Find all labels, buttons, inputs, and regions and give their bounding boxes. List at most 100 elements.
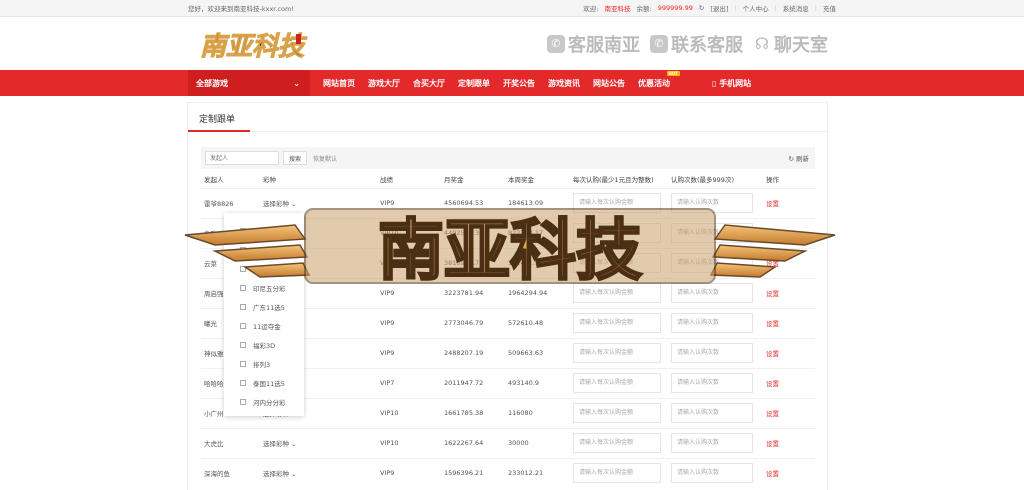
nav-group-buy[interactable]: 合买大厅 xyxy=(413,78,445,89)
amount-input[interactable]: 请输入每次认购金额 xyxy=(573,223,661,243)
nav-game-hall[interactable]: 游戏大厅 xyxy=(368,78,400,89)
lottery-select[interactable]: 选择彩种 ⌄ xyxy=(260,457,373,488)
search-toolbar: 搜索 恢复默认 ↻ 刷新 xyxy=(201,147,815,169)
dropdown-option[interactable]: 排列3 xyxy=(224,354,304,373)
amount-input[interactable]: 请输入每次认购金额 xyxy=(573,253,661,273)
balance-label: 余额: xyxy=(636,5,652,13)
set-button[interactable]: 设置 xyxy=(766,440,779,448)
week-bonus: 102421.94 xyxy=(505,247,570,278)
checkbox[interactable] xyxy=(240,265,246,272)
month-bonus: 1596396.21 xyxy=(441,457,505,488)
count-cell: 请输入认购次数 xyxy=(668,247,763,278)
count-input[interactable]: 请输入认购次数 xyxy=(671,193,753,213)
amount-cell: 请输入每次认购金额 xyxy=(570,397,668,428)
count-input[interactable]: 请输入认购次数 xyxy=(671,463,753,484)
amount-input[interactable]: 请输入每次认购金额 xyxy=(573,343,661,363)
week-bonus: 493140.9 xyxy=(505,367,570,398)
checkbox[interactable] xyxy=(240,303,246,310)
dropdown-option[interactable]: 广东11选5 xyxy=(224,297,304,316)
count-input[interactable]: 请输入认购次数 xyxy=(671,433,753,453)
set-button[interactable]: 设置 xyxy=(766,230,779,238)
amount-input[interactable]: 请输入每次认购金额 xyxy=(573,373,661,393)
checkbox[interactable] xyxy=(240,322,246,329)
logout-link[interactable]: [退出] xyxy=(710,3,728,13)
user-center-link[interactable]: 个人中心 xyxy=(743,3,769,13)
search-button[interactable]: 搜索 xyxy=(283,151,308,165)
count-cell: 请输入认购次数 xyxy=(668,277,763,308)
nav-game-news[interactable]: 游戏资讯 xyxy=(548,78,580,89)
set-button[interactable]: 设置 xyxy=(766,320,779,328)
week-bonus: 184613.09 xyxy=(505,187,570,218)
checkbox[interactable] xyxy=(240,246,246,253)
set-button[interactable]: 设置 xyxy=(766,470,779,478)
initiator-search-input[interactable] xyxy=(205,151,279,165)
amount-input[interactable]: 请输入每次认购金额 xyxy=(573,283,661,303)
checkbox[interactable] xyxy=(240,398,246,405)
nav-promotions[interactable]: 优惠活动 HOT xyxy=(638,70,680,89)
rank-badge: VIP7 xyxy=(377,367,441,398)
checkbox[interactable] xyxy=(240,341,246,348)
refresh-icon: ↻ xyxy=(788,155,796,163)
col-lottery: 彩种 xyxy=(263,176,276,185)
count-input[interactable]: 请输入认购次数 xyxy=(671,403,753,423)
set-button[interactable]: 设置 xyxy=(766,200,779,208)
nav-draw-results[interactable]: 开奖公告 xyxy=(503,78,535,89)
count-input[interactable]: 请输入认购次数 xyxy=(671,313,753,333)
hot-badge: HOT xyxy=(666,70,680,76)
dropdown-option[interactable]: 印尼五分彩 xyxy=(224,278,304,297)
set-button[interactable]: 设置 xyxy=(766,380,779,388)
lottery-select-label: 选择彩种 xyxy=(263,440,289,448)
amount-input[interactable]: 请输入每次认购金额 xyxy=(573,313,661,333)
site-logo[interactable]: 南亚科技 xyxy=(196,24,314,64)
refresh-balance-icon[interactable]: ↻ xyxy=(699,4,704,12)
count-input[interactable]: 请输入认购次数 xyxy=(671,223,753,243)
dropdown-option[interactable]: 福彩3D xyxy=(224,335,304,354)
contact-chatroom[interactable]: ☊ 聊天室 xyxy=(753,31,828,57)
amount-input[interactable]: 请输入每次认购金额 xyxy=(573,193,661,213)
amount-input[interactable]: 请输入每次认购金额 xyxy=(573,433,661,453)
table-header-row: 发起人 彩种 战绩 月奖金 本周奖金 每次认购(最少1元且为整数) 认购次数(最… xyxy=(201,171,815,188)
nav-home[interactable]: 网站首页 xyxy=(323,78,355,89)
option-label: 腾讯分分彩 xyxy=(253,265,286,274)
checkbox[interactable] xyxy=(240,284,246,291)
contact-support[interactable]: ✆ 联系客服 xyxy=(650,31,743,57)
checkbox[interactable] xyxy=(240,227,246,234)
messages-link[interactable]: 系统消息 xyxy=(783,3,809,13)
set-button[interactable]: 设置 xyxy=(766,410,779,418)
chevron-down-icon: ⌄ xyxy=(291,470,297,479)
all-games-menu[interactable]: 全部游戏 ⌄ xyxy=(188,70,310,96)
checkbox[interactable] xyxy=(240,379,246,386)
rank-badge: VIP9 xyxy=(377,337,441,368)
count-cell: 请输入认购次数 xyxy=(668,307,763,338)
lottery-select[interactable]: 选择彩种 ⌄ xyxy=(260,427,373,458)
count-input[interactable]: 请输入认购次数 xyxy=(671,343,753,363)
action-cell: 设置 xyxy=(763,427,815,458)
nav-announcements[interactable]: 网站公告 xyxy=(593,78,625,89)
recharge-link[interactable]: 充值 xyxy=(823,3,836,13)
amount-cell: 请输入每次认购金额 xyxy=(570,247,668,278)
nav-custom-follow[interactable]: 定制跟单 xyxy=(458,78,490,89)
option-label: 福彩3D xyxy=(253,341,276,350)
amount-input[interactable]: 请输入每次认购金额 xyxy=(573,403,661,423)
count-input[interactable]: 请输入认购次数 xyxy=(671,373,753,393)
dropdown-option[interactable]: 泰国11选5 xyxy=(224,373,304,392)
contact-service[interactable]: ✆ 客服南亚 xyxy=(547,31,640,57)
dropdown-option[interactable]: 所有彩种 xyxy=(224,221,304,240)
username-link[interactable]: 南亚科技 xyxy=(605,3,631,13)
amount-input[interactable]: 请输入每次认购金额 xyxy=(573,463,661,484)
count-input[interactable]: 请输入认购次数 xyxy=(671,253,753,273)
dropdown-option[interactable]: 腾讯分分彩 xyxy=(224,259,304,278)
set-button[interactable]: 设置 xyxy=(766,350,779,358)
rank-badge: VIP9 xyxy=(377,187,441,218)
dropdown-option[interactable]: 河内五分彩 xyxy=(224,240,304,259)
set-button[interactable]: 设置 xyxy=(766,260,779,268)
reset-link[interactable]: 恢复默认 xyxy=(313,154,337,163)
refresh-button[interactable]: ↻ 刷新 xyxy=(788,153,809,163)
dropdown-option[interactable]: 河内分分彩 xyxy=(224,392,304,411)
nav-mobile[interactable]: ▯ 手机网站 xyxy=(712,78,751,89)
dropdown-option[interactable]: 11运夺金 xyxy=(224,316,304,335)
count-input[interactable]: 请输入认购次数 xyxy=(671,283,753,303)
rank-badge: VIP10 xyxy=(377,247,441,278)
checkbox[interactable] xyxy=(240,360,246,367)
set-button[interactable]: 设置 xyxy=(766,290,779,298)
